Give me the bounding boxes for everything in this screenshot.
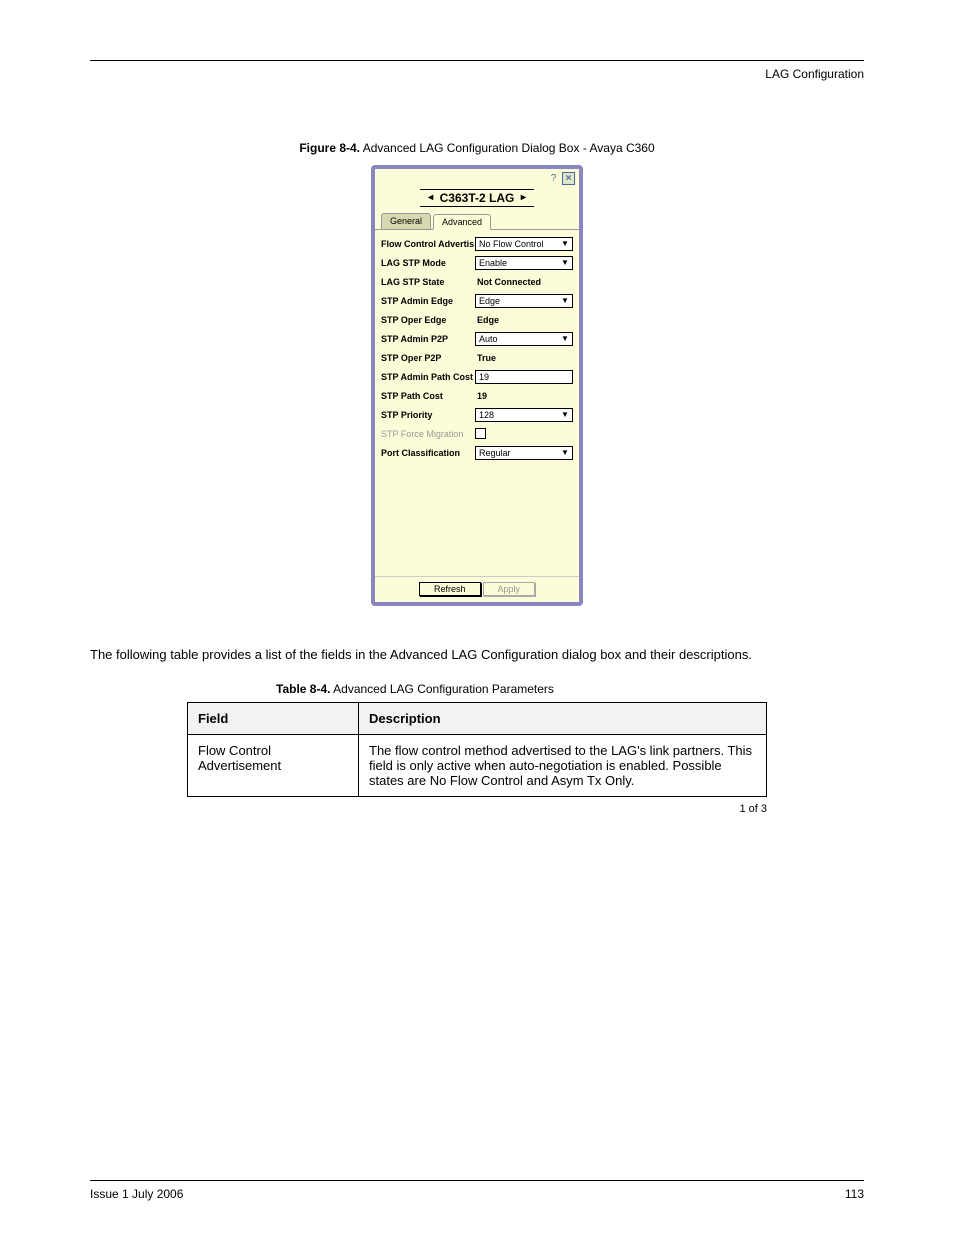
table-caption: Table 8-4. Advanced LAG Configuration Pa… — [90, 682, 864, 696]
params-table: Field Description Flow Control Advertise… — [187, 702, 767, 797]
next-icon[interactable]: ▸ — [518, 193, 528, 203]
label-stp-oper-p2p: STP Oper P2P — [381, 353, 475, 363]
label-stp-oper-edge: STP Oper Edge — [381, 315, 475, 325]
label-lag-stp-state: LAG STP State — [381, 277, 475, 287]
tab-general[interactable]: General — [381, 213, 431, 229]
value-stp-oper-edge: Edge — [475, 315, 499, 325]
select-lag-stp-mode[interactable]: Enable — [475, 256, 573, 270]
tab-advanced[interactable]: Advanced — [433, 214, 491, 230]
select-stp-admin-edge[interactable]: Edge — [475, 294, 573, 308]
select-port-classification[interactable]: Regular — [475, 446, 573, 460]
label-stp-admin-p2p: STP Admin P2P — [381, 334, 475, 344]
intro-paragraph: The following table provides a list of t… — [90, 646, 864, 664]
footer-issue: Issue 1 July 2006 — [90, 1187, 183, 1201]
label-port-classification: Port Classification — [381, 448, 475, 458]
label-lag-stp-mode: LAG STP Mode — [381, 258, 475, 268]
col-header-description: Description — [359, 703, 767, 735]
value-lag-stp-state: Not Connected — [475, 277, 541, 287]
header-section-title: LAG Configuration — [90, 67, 864, 81]
figure-caption: Figure 8-4. Advanced LAG Configuration D… — [90, 141, 864, 155]
table-label-num: Table 8-4. — [276, 682, 330, 696]
close-icon[interactable]: × — [562, 172, 575, 185]
lag-config-dialog: ? × ◂ C363T-2 LAG ▸ General Advanced Flo… — [371, 165, 583, 606]
table-row: Flow Control Advertisement The flow cont… — [188, 735, 767, 797]
value-stp-oper-p2p: True — [475, 353, 496, 363]
dialog-title: C363T-2 LAG — [436, 191, 519, 205]
footer-page-number: 113 — [183, 1187, 864, 1201]
figure-label-text: Advanced LAG Configuration Dialog Box - … — [363, 141, 655, 155]
select-flow-ctrl-adv[interactable]: No Flow Control — [475, 237, 573, 251]
figure-label-num: Figure 8-4. — [299, 141, 360, 155]
help-icon[interactable]: ? — [547, 172, 560, 185]
cell-field: Flow Control Advertisement — [188, 735, 359, 797]
label-stp-force-migration: STP Force Migration — [381, 429, 475, 439]
value-stp-path-cost: 19 — [475, 391, 487, 401]
label-flow-ctrl-adv: Flow Control Advertis — [381, 239, 475, 249]
checkbox-stp-force-migration[interactable] — [475, 428, 486, 439]
select-stp-priority[interactable]: 128 — [475, 408, 573, 422]
label-stp-path-cost: STP Path Cost — [381, 391, 475, 401]
prev-icon[interactable]: ◂ — [426, 193, 436, 203]
col-header-field: Field — [188, 703, 359, 735]
apply-button[interactable]: Apply — [483, 582, 536, 596]
cell-description: The flow control method advertised to th… — [359, 735, 767, 797]
label-stp-admin-edge: STP Admin Edge — [381, 296, 475, 306]
table-label-text: Advanced LAG Configuration Parameters — [333, 682, 554, 696]
refresh-button[interactable]: Refresh — [419, 582, 481, 596]
select-stp-admin-p2p[interactable]: Auto — [475, 332, 573, 346]
sheet-indicator: 1 of 3 — [90, 803, 767, 815]
label-stp-priority: STP Priority — [381, 410, 475, 420]
label-stp-admin-path-cost: STP Admin Path Cost — [381, 372, 475, 382]
input-stp-admin-path-cost[interactable]: 19 — [475, 370, 573, 384]
